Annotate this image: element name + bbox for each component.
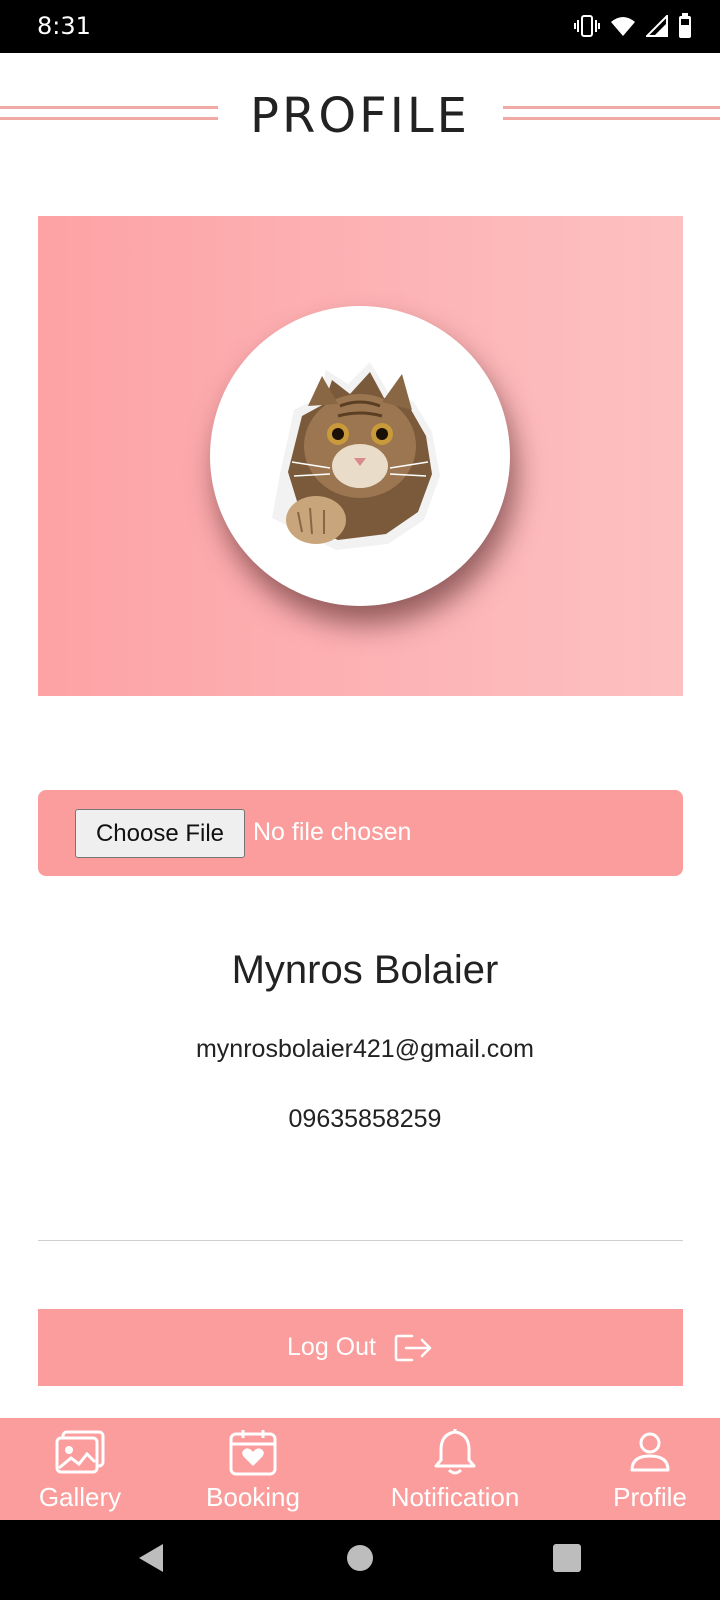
user-phone: 09635858259 [288, 1105, 442, 1133]
nav-label-notification: Notification [390, 1482, 520, 1512]
nav-item-gallery[interactable]: Gallery [30, 1418, 130, 1520]
logout-label: Log Out [287, 1333, 376, 1361]
cat-avatar-image [272, 362, 440, 550]
user-name: Mynros Bolaier [231, 948, 499, 992]
status-icons [574, 12, 692, 40]
nav-item-notification[interactable]: Notification [380, 1418, 530, 1520]
avatar[interactable] [210, 306, 510, 606]
logout-button[interactable]: Log Out [38, 1309, 683, 1386]
status-time: 8:31 [37, 12, 91, 40]
person-icon [628, 1428, 672, 1476]
user-email: mynrosbolaier421@gmail.com [195, 1035, 534, 1063]
nav-label-booking: Booking [206, 1482, 300, 1512]
bell-icon [433, 1428, 477, 1476]
android-nav-bar [0, 1520, 720, 1600]
divider [38, 1240, 683, 1241]
page-header: PROFILE [0, 86, 720, 146]
vibrate-icon [574, 14, 600, 38]
file-status-text: No file chosen [253, 818, 412, 846]
back-icon [137, 1542, 167, 1579]
recents-icon [553, 1543, 581, 1577]
avatar-file-input: Choose File No file chosen [38, 790, 683, 876]
battery-icon [678, 13, 692, 39]
nav-label-profile: Profile [613, 1482, 687, 1512]
nav-item-booking[interactable]: Booking [198, 1418, 308, 1520]
status-bar: 8:31 [0, 0, 720, 53]
calendar-heart-icon [228, 1428, 278, 1476]
recents-button[interactable] [527, 1520, 607, 1600]
nav-label-gallery: Gallery [38, 1482, 122, 1512]
header-rule-right [503, 106, 720, 120]
profile-hero-banner [38, 216, 683, 696]
home-icon [346, 1544, 374, 1577]
bottom-nav: Gallery Booking Notification Profile [0, 1418, 720, 1520]
home-button[interactable] [320, 1520, 400, 1600]
nav-item-profile[interactable]: Profile [600, 1418, 700, 1520]
signal-icon [646, 15, 668, 37]
back-button[interactable] [112, 1520, 192, 1600]
logout-icon [394, 1332, 434, 1364]
wifi-icon [610, 15, 636, 37]
choose-file-button[interactable]: Choose File [75, 809, 245, 858]
gallery-icon [55, 1428, 105, 1476]
